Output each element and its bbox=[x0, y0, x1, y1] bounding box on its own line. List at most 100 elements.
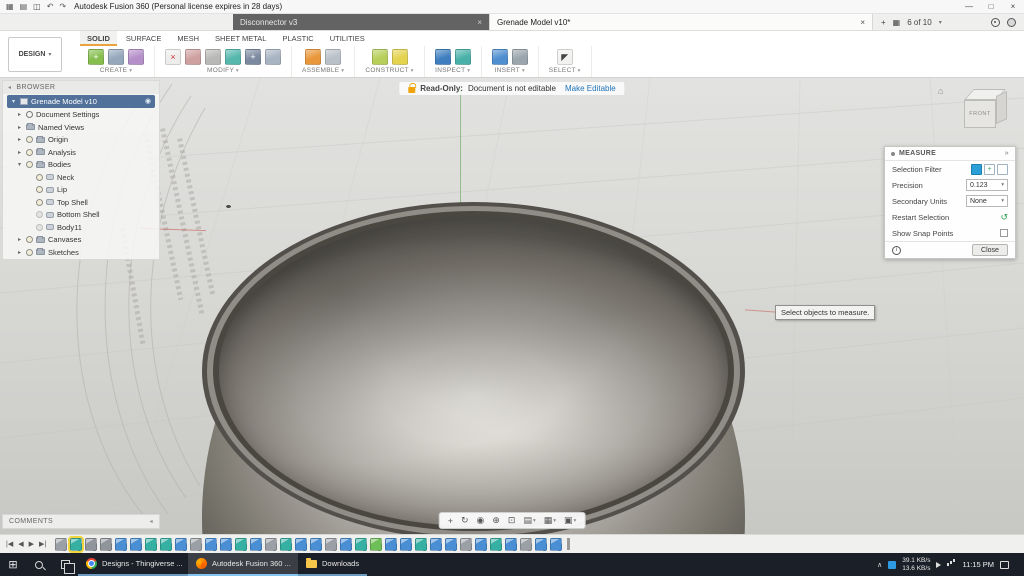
undock-dialog-icon[interactable]: » bbox=[1005, 150, 1009, 157]
collapse-panel-icon[interactable]: ◂ bbox=[150, 518, 153, 525]
ribbon-tab-solid[interactable]: SOLID bbox=[80, 31, 117, 46]
start-button[interactable]: ⊞ bbox=[0, 553, 26, 576]
browser-item-lip[interactable]: Lip bbox=[3, 184, 159, 197]
timeline-feature-icon[interactable] bbox=[460, 538, 472, 551]
browser-item-top-shell[interactable]: Top Shell bbox=[3, 196, 159, 209]
chevron-down-icon[interactable]: ▾ bbox=[939, 19, 942, 26]
task-view-button[interactable] bbox=[52, 553, 78, 576]
timeline-feature-icon[interactable] bbox=[310, 538, 322, 551]
measure-icon[interactable] bbox=[435, 49, 451, 65]
assemble-new-component-icon[interactable] bbox=[305, 49, 321, 65]
go-to-end-button[interactable]: ▶| bbox=[39, 540, 46, 548]
press-pull-icon[interactable] bbox=[185, 49, 201, 65]
select-cursor-icon[interactable]: ◤ bbox=[557, 49, 573, 65]
construct-axis-icon[interactable] bbox=[392, 49, 408, 65]
minimize-button[interactable]: — bbox=[958, 0, 980, 14]
timeline-feature-icon[interactable] bbox=[505, 538, 517, 551]
expand-arrow-icon[interactable]: ▸ bbox=[16, 111, 23, 118]
browser-item-neck[interactable]: Neck bbox=[3, 171, 159, 184]
timeline-feature-icon[interactable] bbox=[400, 538, 412, 551]
app-grid-icon[interactable]: ▦ bbox=[6, 2, 14, 11]
action-center-icon[interactable] bbox=[1000, 561, 1009, 569]
timeline-feature-icon[interactable] bbox=[235, 538, 247, 551]
browser-item-sketches[interactable]: ▸Sketches bbox=[3, 246, 159, 259]
timeline-feature-icon[interactable] bbox=[100, 538, 112, 551]
timeline-feature-icon[interactable] bbox=[535, 538, 547, 551]
maximize-button[interactable]: □ bbox=[980, 0, 1002, 14]
create-form-icon[interactable] bbox=[128, 49, 144, 65]
visibility-bulb-icon[interactable] bbox=[36, 224, 43, 231]
ribbon-group-label[interactable]: CREATE bbox=[100, 67, 133, 74]
go-to-start-button[interactable]: |◀ bbox=[6, 540, 13, 548]
create-sketch-icon[interactable] bbox=[108, 49, 124, 65]
fit-icon[interactable]: ⊡ bbox=[508, 515, 516, 526]
browser-item-analysis[interactable]: ▸Analysis bbox=[3, 146, 159, 159]
timeline-feature-icon[interactable] bbox=[475, 538, 487, 551]
display-settings-icon[interactable]: ▤▾ bbox=[523, 515, 535, 526]
offset-plane-icon[interactable] bbox=[372, 49, 388, 65]
timeline-feature-icon[interactable] bbox=[115, 538, 127, 551]
browser-item-canvases[interactable]: ▸Canvases bbox=[3, 234, 159, 247]
timeline-feature-icon[interactable] bbox=[250, 538, 262, 551]
activate-component-icon[interactable]: ◉ bbox=[145, 97, 151, 105]
pan-icon[interactable]: + bbox=[448, 516, 453, 526]
workspace-selector[interactable]: DESIGN ▾ bbox=[8, 37, 62, 72]
ribbon-tab-sheet-metal[interactable]: SHEET METAL bbox=[208, 31, 273, 46]
delete-icon[interactable]: × bbox=[165, 49, 181, 65]
ribbon-tab-surface[interactable]: SURFACE bbox=[119, 31, 168, 46]
timeline-feature-icon[interactable] bbox=[325, 538, 337, 551]
section-analysis-icon[interactable] bbox=[455, 49, 471, 65]
taskbar-app-fusion[interactable]: Autodesk Fusion 360 ... bbox=[188, 553, 298, 576]
expand-arrow-icon[interactable]: ▾ bbox=[16, 161, 23, 168]
precision-dropdown[interactable]: 0.123 bbox=[966, 179, 1008, 191]
timeline-feature-icon[interactable] bbox=[220, 538, 232, 551]
taskbar-app-downloads[interactable]: Downloads bbox=[298, 553, 367, 576]
timeline-feature-icon[interactable] bbox=[55, 538, 67, 551]
new-tab-button[interactable]: + bbox=[881, 18, 886, 27]
info-icon[interactable]: i bbox=[892, 246, 901, 255]
close-tab-icon[interactable]: × bbox=[477, 18, 482, 27]
profile-icon[interactable] bbox=[1007, 18, 1016, 27]
visibility-bulb-icon[interactable] bbox=[26, 236, 33, 243]
save-icon[interactable]: ◫ bbox=[33, 2, 41, 11]
model-top-shell-rim[interactable] bbox=[202, 202, 745, 534]
dialog-handle-icon[interactable] bbox=[891, 152, 895, 156]
tab-pages-icon[interactable]: ▦ bbox=[893, 18, 901, 27]
expand-arrow-icon[interactable]: ▾ bbox=[10, 98, 17, 105]
timeline-feature-icon[interactable] bbox=[295, 538, 307, 551]
browser-item-bottom-shell[interactable]: Bottom Shell bbox=[3, 209, 159, 222]
zoom-icon[interactable]: ⊕ bbox=[492, 515, 500, 526]
joint-icon[interactable] bbox=[325, 49, 341, 65]
timeline-feature-icon[interactable] bbox=[355, 538, 367, 551]
browser-item-body11[interactable]: Body11 bbox=[3, 221, 159, 234]
expand-arrow-icon[interactable]: ▸ bbox=[16, 136, 23, 143]
undo-icon[interactable]: ↶ bbox=[47, 2, 54, 11]
view-cube[interactable]: ⌂ FRONT bbox=[938, 84, 1016, 142]
insert-canvas-icon[interactable] bbox=[492, 49, 508, 65]
close-dialog-button[interactable]: Close bbox=[972, 244, 1008, 256]
viewport-canvas[interactable]: Read-Only: Document is not editable Make… bbox=[0, 78, 1024, 534]
home-view-icon[interactable]: ⌂ bbox=[938, 86, 943, 96]
timeline-feature-icon[interactable] bbox=[415, 538, 427, 551]
timeline-feature-icon[interactable] bbox=[265, 538, 277, 551]
grid-settings-icon[interactable]: ▦▾ bbox=[544, 515, 556, 526]
comments-panel[interactable]: COMMENTS ◂ bbox=[2, 514, 160, 529]
align-icon[interactable] bbox=[265, 49, 281, 65]
filter-face-icon[interactable] bbox=[997, 164, 1008, 175]
tray-expand-icon[interactable]: ∧ bbox=[877, 561, 882, 569]
timeline-feature-icon[interactable] bbox=[190, 538, 202, 551]
doc-tab-disconnector[interactable]: Disconnector v3 × bbox=[233, 14, 489, 30]
timeline-feature-icon[interactable] bbox=[385, 538, 397, 551]
step-back-button[interactable]: ◀ bbox=[18, 540, 23, 548]
filter-selected-icon[interactable] bbox=[971, 164, 982, 175]
visibility-bulb-icon[interactable] bbox=[26, 136, 33, 143]
expand-arrow-icon[interactable]: ▸ bbox=[16, 149, 23, 156]
taskbar-clock[interactable]: 11:15 PM bbox=[962, 560, 994, 569]
browser-item-named-views[interactable]: ▸Named Views bbox=[3, 121, 159, 134]
show-snap-points-checkbox[interactable] bbox=[1000, 229, 1008, 237]
ribbon-group-label[interactable]: INSERT bbox=[495, 67, 525, 74]
ribbon-tab-utilities[interactable]: UTILITIES bbox=[323, 31, 372, 46]
doc-tab-grenade-model[interactable]: Grenade Model v10* × bbox=[489, 14, 873, 30]
timeline-feature-icon[interactable] bbox=[445, 538, 457, 551]
viewcube-front-face[interactable]: FRONT bbox=[964, 100, 996, 128]
